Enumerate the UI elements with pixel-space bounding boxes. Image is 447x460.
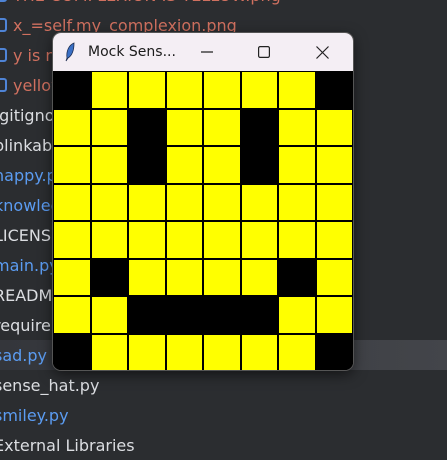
led-pixel-2-2 [128, 146, 166, 184]
led-pixel-0-6 [278, 71, 316, 109]
image-file-icon [0, 48, 7, 62]
close-icon [315, 45, 329, 59]
led-pixel-2-7 [315, 146, 353, 184]
led-pixel-4-3 [165, 221, 203, 259]
led-pixel-1-3 [165, 108, 203, 146]
led-pixel-3-4 [203, 183, 241, 221]
led-pixel-7-2 [128, 333, 166, 370]
led-pixel-1-0 [53, 108, 91, 146]
led-pixel-1-4 [203, 108, 241, 146]
led-pixel-0-2 [128, 71, 166, 109]
led-pixel-0-0 [53, 71, 91, 109]
led-pixel-1-5 [240, 108, 278, 146]
led-pixel-4-4 [203, 221, 241, 259]
led-pixel-6-5 [240, 296, 278, 334]
led-pixel-7-7 [315, 333, 353, 370]
led-pixel-4-5 [240, 221, 278, 259]
tree-item-label: sense_hat.py [0, 375, 100, 395]
led-pixel-7-1 [90, 333, 128, 370]
led-pixel-0-3 [165, 71, 203, 109]
led-pixel-7-6 [278, 333, 316, 370]
image-file-icon [0, 0, 7, 2]
led-pixel-4-2 [128, 221, 166, 259]
tree-item-label: y is n [13, 45, 56, 65]
led-pixel-7-0 [53, 333, 91, 370]
tree-item-label: x_=self.my_complexion.png [13, 15, 237, 35]
tree-item-label: LICENSE [0, 225, 62, 245]
led-pixel-1-1 [90, 108, 128, 146]
led-pixel-5-4 [203, 258, 241, 296]
close-button[interactable] [299, 33, 345, 71]
led-pixel-2-3 [165, 146, 203, 184]
led-pixel-6-6 [278, 296, 316, 334]
led-pixel-2-1 [90, 146, 128, 184]
led-pixel-5-3 [165, 258, 203, 296]
led-pixel-5-2 [128, 258, 166, 296]
led-pixel-5-5 [240, 258, 278, 296]
led-pixel-4-1 [90, 221, 128, 259]
led-pixel-3-5 [240, 183, 278, 221]
mock-sense-hat-window: Mock Sens... [53, 33, 353, 370]
tree-item[interactable]: THE COMPLEXION IS YELLOW.png [0, 0, 447, 10]
minimize-icon [201, 51, 213, 53]
led-pixel-3-3 [165, 183, 203, 221]
led-pixel-4-0 [53, 221, 91, 259]
led-pixel-0-4 [203, 71, 241, 109]
led-pixel-6-0 [53, 296, 91, 334]
led-pixel-3-6 [278, 183, 316, 221]
led-pixel-5-7 [315, 258, 353, 296]
tree-item[interactable]: External Libraries [0, 430, 447, 460]
led-pixel-3-0 [53, 183, 91, 221]
led-pixel-2-0 [53, 146, 91, 184]
window-titlebar[interactable]: Mock Sens... [53, 33, 353, 71]
led-pixel-4-6 [278, 221, 316, 259]
led-pixel-5-0 [53, 258, 91, 296]
led-pixel-6-7 [315, 296, 353, 334]
led-pixel-0-1 [90, 71, 128, 109]
led-pixel-2-5 [240, 146, 278, 184]
led-pixel-6-2 [128, 296, 166, 334]
led-pixel-5-1 [90, 258, 128, 296]
tree-item-label: THE COMPLEXION IS YELLOW.png [13, 0, 281, 5]
led-pixel-1-6 [278, 108, 316, 146]
tree-item[interactable]: sense_hat.py [0, 370, 447, 400]
led-pixel-7-5 [240, 333, 278, 370]
tree-item-label: External Libraries [0, 435, 135, 455]
led-pixel-1-7 [315, 108, 353, 146]
minimize-button[interactable] [184, 33, 230, 71]
tree-item-label: sad.py [0, 345, 48, 365]
led-pixel-7-3 [165, 333, 203, 370]
tk-feather-icon [65, 42, 75, 62]
led-pixel-7-4 [203, 333, 241, 370]
maximize-icon [258, 46, 270, 58]
led-pixel-2-4 [203, 146, 241, 184]
led-pixel-1-2 [128, 108, 166, 146]
led-pixel-3-2 [128, 183, 166, 221]
maximize-button[interactable] [241, 33, 287, 71]
led-matrix [53, 71, 353, 370]
image-file-icon [0, 78, 7, 92]
window-title: Mock Sens... [88, 44, 176, 60]
led-pixel-6-1 [90, 296, 128, 334]
led-pixel-6-4 [203, 296, 241, 334]
led-pixel-5-6 [278, 258, 316, 296]
led-pixel-4-7 [315, 221, 353, 259]
led-pixel-0-5 [240, 71, 278, 109]
tree-item[interactable]: smiley.py [0, 400, 447, 430]
led-pixel-0-7 [315, 71, 353, 109]
led-pixel-3-1 [90, 183, 128, 221]
led-pixel-3-7 [315, 183, 353, 221]
tree-item-label: smiley.py [0, 405, 69, 425]
led-pixel-2-6 [278, 146, 316, 184]
led-pixel-6-3 [165, 296, 203, 334]
tree-item-label: main.py [0, 255, 59, 275]
image-file-icon [0, 18, 7, 32]
